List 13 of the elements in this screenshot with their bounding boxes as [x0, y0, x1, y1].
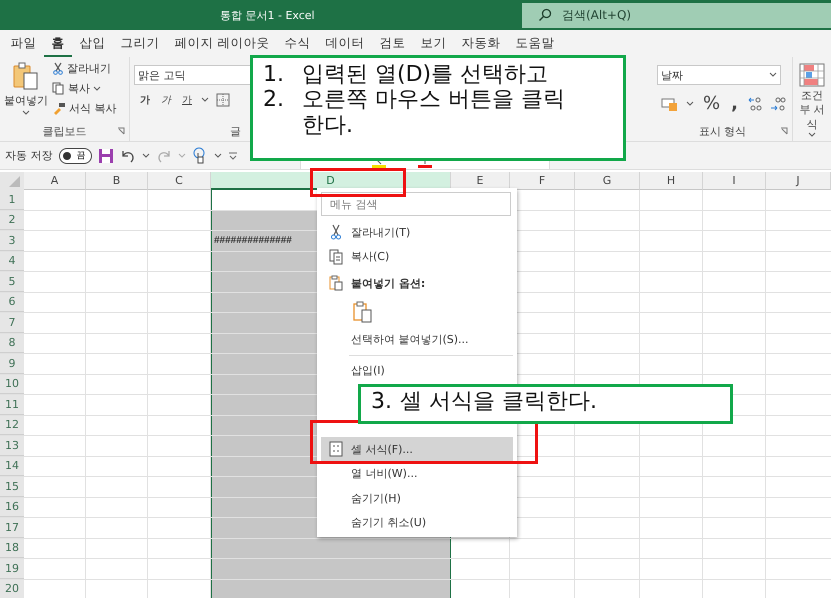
step-text: 입력된 열(D)를 선택하고	[302, 62, 550, 88]
menu-heading: 붙여넣기 옵션:	[351, 276, 426, 290]
step-text: 오른쪽 마우스 버튼을 클릭 한다.	[302, 87, 566, 138]
group-label: 글	[230, 124, 241, 138]
group-label: 클립보드	[42, 124, 86, 138]
step-number: 3.	[371, 389, 392, 414]
step-number: 2.	[263, 87, 284, 114]
autosave-label: 자동 저장	[5, 148, 52, 163]
step-text: 셀 서식을 클릭한다.	[400, 389, 597, 414]
cell-text: ##############	[214, 235, 292, 246]
step-number: 1.	[263, 62, 284, 88]
window-title: 통합 문서1 - Excel	[220, 8, 316, 22]
group-label: 표시 형식	[698, 124, 746, 138]
